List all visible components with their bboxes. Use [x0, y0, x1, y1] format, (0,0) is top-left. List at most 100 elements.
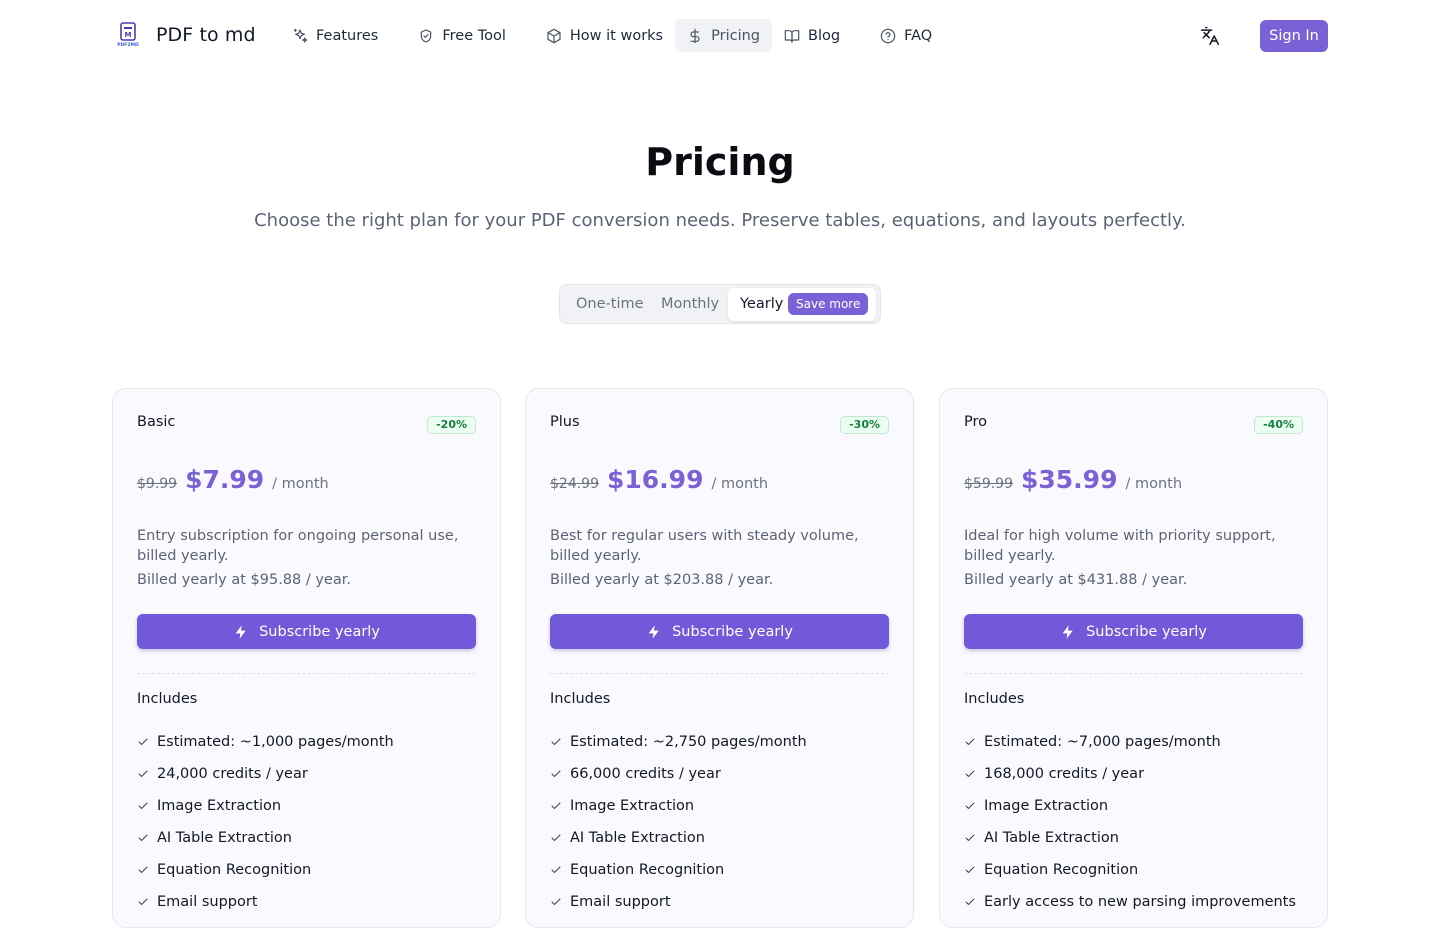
plan-name: Plus: [550, 414, 580, 430]
subscribe-button[interactable]: Subscribe yearly: [964, 614, 1303, 649]
billing-option-one-time[interactable]: One-time: [576, 293, 644, 315]
feature-text: 66,000 credits / year: [570, 766, 721, 782]
feature-text: Email support: [157, 894, 258, 910]
feature-text: 168,000 credits / year: [984, 766, 1145, 782]
feature-list: Estimated: ~1,000 pages/month 24,000 cre…: [137, 726, 394, 918]
billed-note: Billed yearly at $95.88 / year.: [137, 572, 351, 588]
feature-list: Estimated: ~7,000 pages/month 168,000 cr…: [964, 726, 1296, 918]
subscribe-button[interactable]: Subscribe yearly: [137, 614, 476, 649]
sparkles-icon: [293, 28, 308, 43]
feature-text: Early access to new parsing improvements: [984, 894, 1296, 910]
check-icon: [551, 770, 561, 777]
nav-features[interactable]: Features: [280, 19, 390, 52]
nav-faq[interactable]: FAQ: [868, 19, 944, 52]
check-icon: [965, 898, 975, 905]
feature-text: Equation Recognition: [984, 862, 1139, 878]
feature-item: Image Extraction: [964, 790, 1296, 822]
billed-note: Billed yearly at $431.88 / year.: [964, 572, 1188, 588]
language-switcher[interactable]: [1200, 26, 1222, 46]
brand-link[interactable]: M PDF2MD PDF to md: [116, 22, 256, 48]
save-more-badge: Save more: [788, 293, 869, 315]
nav-free-tool[interactable]: Free Tool: [406, 19, 518, 52]
discount-badge: -20%: [427, 416, 476, 434]
subscribe-label: Subscribe yearly: [259, 623, 380, 640]
plan-description: Ideal for high volume with priority supp…: [964, 528, 1276, 564]
languages-icon: [1200, 26, 1220, 46]
feature-item: AI Table Extraction: [137, 822, 394, 854]
price-period: / month: [272, 476, 329, 492]
feature-item: Estimated: ~2,750 pages/month: [550, 726, 807, 758]
nav-label: FAQ: [904, 27, 933, 44]
divider: [550, 673, 889, 674]
shield-check-icon: [421, 28, 432, 43]
current-price: $16.99: [607, 465, 704, 494]
feature-item: Equation Recognition: [964, 854, 1296, 886]
zap-icon: [235, 624, 246, 639]
discount-badge: -30%: [840, 416, 889, 434]
feature-text: Estimated: ~1,000 pages/month: [157, 734, 394, 750]
feature-item: Image Extraction: [550, 790, 807, 822]
brand-name: PDF to md: [156, 24, 256, 46]
check-icon: [965, 834, 975, 841]
cube-icon: [547, 28, 561, 43]
feature-text: AI Table Extraction: [570, 830, 705, 846]
feature-item: Estimated: ~1,000 pages/month: [137, 726, 394, 758]
plan-card-plus: Plus -30% $24.99 $16.99 / month Best for…: [525, 388, 914, 928]
feature-item: Email support: [550, 886, 807, 918]
discount-badge: -40%: [1254, 416, 1303, 434]
subscribe-label: Subscribe yearly: [1086, 623, 1207, 640]
price-row: $24.99 $16.99 / month: [550, 465, 768, 494]
old-price: $59.99: [964, 476, 1013, 492]
nav-pricing[interactable]: Pricing: [675, 19, 772, 52]
check-icon: [965, 802, 975, 809]
plan-name: Pro: [964, 414, 988, 430]
sign-in-button[interactable]: Sign In: [1260, 20, 1328, 52]
nav-label: Features: [316, 27, 379, 44]
plan-description: Best for regular users with steady volum…: [550, 528, 859, 564]
feature-text: AI Table Extraction: [157, 830, 292, 846]
feature-item: AI Table Extraction: [964, 822, 1296, 854]
svg-text:PDF2MD: PDF2MD: [117, 42, 139, 48]
price-row: $9.99 $7.99 / month: [137, 465, 329, 494]
check-icon: [138, 770, 148, 777]
billing-toggle: One-time Monthly Yearly Save more: [559, 284, 881, 324]
top-navbar: M PDF2MD PDF to md Features Free Tool Ho…: [0, 0, 1440, 72]
check-icon: [138, 866, 148, 873]
check-icon: [551, 738, 561, 745]
subscribe-button[interactable]: Subscribe yearly: [550, 614, 889, 649]
check-icon: [138, 898, 148, 905]
current-price: $7.99: [185, 465, 265, 494]
price-period: / month: [711, 476, 769, 492]
check-icon: [965, 770, 975, 777]
check-icon: [551, 802, 561, 809]
feature-item: Image Extraction: [137, 790, 394, 822]
check-icon: [138, 738, 148, 745]
check-icon: [551, 834, 561, 841]
main-nav: Features Free Tool How it works Pricing …: [280, 19, 944, 52]
divider: [137, 673, 476, 674]
billing-option-yearly-label[interactable]: Yearly: [740, 293, 783, 315]
nav-blog[interactable]: Blog: [772, 19, 852, 52]
subscribe-label: Subscribe yearly: [672, 623, 793, 640]
plan-name: Basic: [137, 414, 176, 430]
feature-text: Image Extraction: [984, 798, 1109, 814]
logo-icon: M PDF2MD: [116, 22, 140, 48]
feature-text: 24,000 credits / year: [157, 766, 308, 782]
billing-option-monthly[interactable]: Monthly: [661, 293, 719, 315]
feature-text: Estimated: ~7,000 pages/month: [984, 734, 1221, 750]
feature-item: Early access to new parsing improvements: [964, 886, 1296, 918]
zap-icon: [1062, 624, 1073, 639]
feature-text: Estimated: ~2,750 pages/month: [570, 734, 807, 750]
svg-text:M: M: [125, 31, 132, 39]
feature-text: Equation Recognition: [570, 862, 725, 878]
book-open-icon: [784, 29, 800, 43]
feature-text: Image Extraction: [570, 798, 695, 814]
divider: [964, 673, 1303, 674]
current-price: $35.99: [1021, 465, 1118, 494]
feature-item: AI Table Extraction: [550, 822, 807, 854]
dollar-icon: [690, 28, 700, 43]
page-subtitle: Choose the right plan for your PDF conve…: [254, 210, 1186, 231]
nav-how-it-works[interactable]: How it works: [534, 19, 675, 52]
check-icon: [138, 834, 148, 841]
nav-label: Blog: [808, 27, 841, 44]
